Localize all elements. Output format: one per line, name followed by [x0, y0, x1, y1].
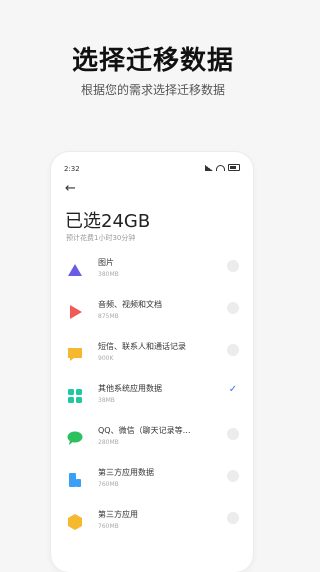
- phone-frame: 2:32 ← 已选24GB 预计花费1小时30分钟 图片 380MB 音频、视频…: [51, 152, 253, 572]
- status-icons: [205, 164, 240, 171]
- item-size: 380MB: [98, 271, 119, 278]
- item-size: 760MB: [98, 481, 119, 488]
- item-title: 第三方应用数据: [98, 468, 154, 477]
- selected-size-title: 已选24GB: [65, 211, 151, 232]
- chat-icon: [67, 431, 83, 445]
- item-title: 其他系统应用数据: [98, 384, 162, 393]
- signal-icon: [205, 164, 213, 171]
- status-time: 2:32: [64, 165, 80, 173]
- item-size: 280MB: [98, 439, 119, 446]
- select-radio[interactable]: [227, 512, 239, 524]
- item-title: QQ、微信（聊天记录等…: [98, 426, 191, 435]
- page-headline: 选择迁移数据: [71, 46, 234, 76]
- media-icon: [70, 305, 82, 319]
- apps-icon: [68, 389, 82, 403]
- checkmark-icon[interactable]: ✓: [227, 384, 239, 396]
- list-item[interactable]: 第三方应用 760MB: [51, 504, 253, 542]
- list-item[interactable]: 其他系统应用数据 38MB ✓: [51, 378, 253, 416]
- select-radio[interactable]: [227, 302, 239, 314]
- data-icon: [69, 473, 81, 487]
- message-icon: [68, 348, 82, 361]
- battery-icon: [228, 164, 240, 171]
- wifi-icon: [216, 164, 225, 171]
- back-arrow-icon[interactable]: ←: [65, 182, 76, 195]
- item-size: 875MB: [98, 313, 119, 320]
- select-radio[interactable]: [227, 428, 239, 440]
- list-item[interactable]: 第三方应用数据 760MB: [51, 462, 253, 500]
- page-subheadline: 根据您的需求选择迁移数据: [80, 83, 225, 97]
- select-radio[interactable]: [227, 470, 239, 482]
- image-icon: [68, 264, 82, 276]
- item-title: 图片: [98, 258, 114, 267]
- select-radio[interactable]: [227, 260, 239, 272]
- select-radio[interactable]: [227, 344, 239, 356]
- item-size: 38MB: [98, 397, 115, 404]
- list-item[interactable]: 短信、联系人和通话记录 900K: [51, 336, 253, 374]
- item-size: 900K: [98, 355, 114, 362]
- list-item[interactable]: 图片 380MB: [51, 252, 253, 290]
- item-size: 760MB: [98, 523, 119, 530]
- package-icon: [68, 514, 82, 530]
- item-title: 音频、视频和文档: [98, 300, 162, 309]
- list-item[interactable]: 音频、视频和文档 875MB: [51, 294, 253, 332]
- list-item[interactable]: QQ、微信（聊天记录等… 280MB: [51, 420, 253, 458]
- item-title: 短信、联系人和通话记录: [98, 342, 186, 351]
- estimated-time: 预计花费1小时30分钟: [66, 234, 136, 242]
- item-title: 第三方应用: [98, 510, 138, 519]
